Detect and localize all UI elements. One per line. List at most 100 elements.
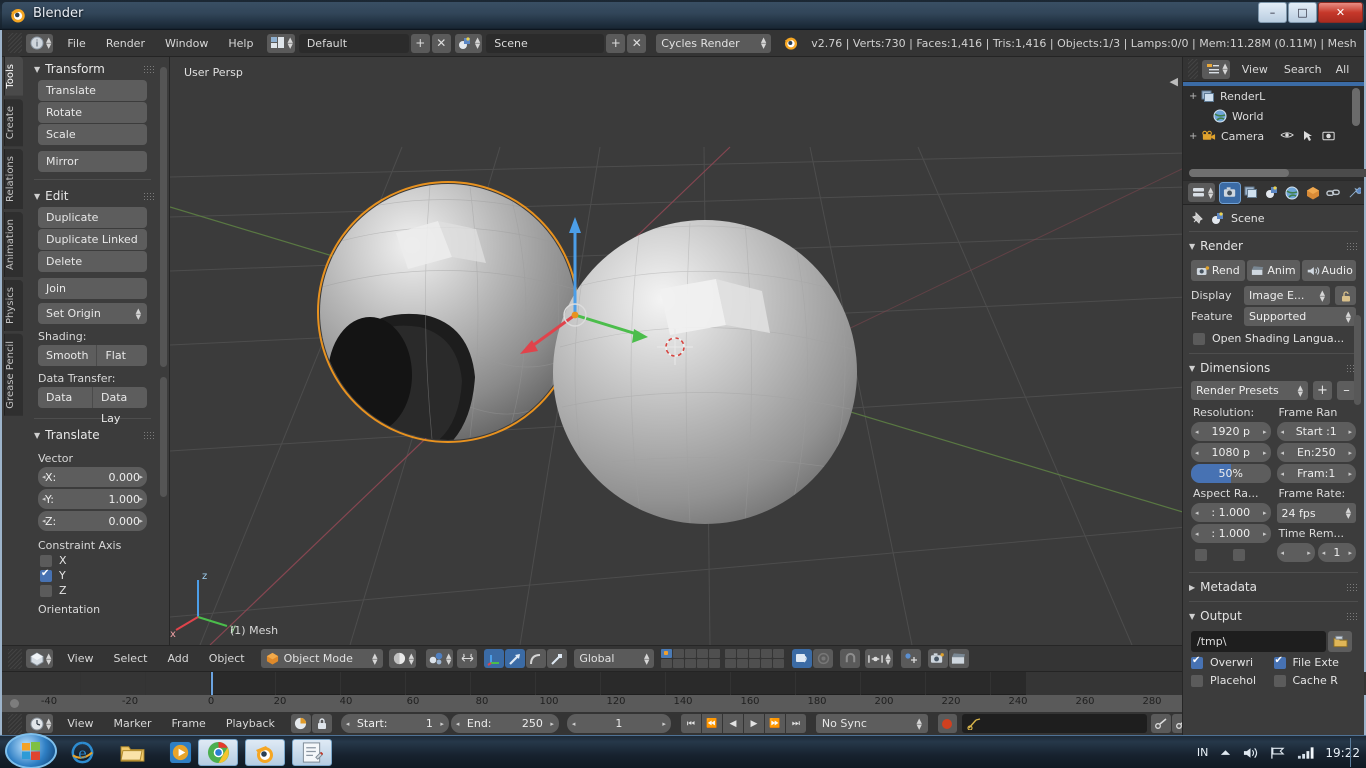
- layer-13[interactable]: [685, 659, 697, 668]
- vp-menu-add[interactable]: Add: [157, 649, 198, 668]
- layer-12[interactable]: [673, 659, 685, 668]
- menu-help[interactable]: Help: [218, 34, 263, 53]
- scene-layers-grid-1[interactable]: [661, 649, 721, 668]
- translate-button[interactable]: Translate: [38, 80, 147, 101]
- current-frame-field[interactable]: 1: [566, 714, 671, 733]
- vector-x-field[interactable]: X: 0.000: [38, 467, 147, 487]
- duplicate-linked-button[interactable]: Duplicate Linked: [38, 229, 147, 250]
- checkbox-crop[interactable]: [1233, 549, 1245, 561]
- shade-flat-button[interactable]: Flat: [96, 345, 147, 366]
- layer-20[interactable]: [773, 659, 785, 668]
- screen-layout-icon-selector[interactable]: ▲ ▼: [267, 33, 295, 53]
- delete-scene-button[interactable]: ✕: [627, 33, 647, 53]
- delete-layout-button[interactable]: ✕: [431, 33, 451, 53]
- timeline-track[interactable]: [2, 672, 1366, 695]
- properties-tab-render[interactable]: [1219, 181, 1242, 204]
- volume-icon[interactable]: [1243, 746, 1259, 760]
- add-scene-button[interactable]: +: [606, 33, 626, 53]
- resolution-percentage-slider[interactable]: 50%: [1191, 464, 1271, 483]
- layer-6[interactable]: [725, 649, 737, 658]
- tab-physics[interactable]: Physics: [4, 279, 23, 331]
- play-button[interactable]: ▶: [743, 714, 764, 733]
- outliner-row-camera[interactable]: + Camera: [1183, 126, 1364, 146]
- header-drag-handle[interactable]: [8, 33, 22, 53]
- layer-7[interactable]: [737, 649, 749, 658]
- add-preset-button[interactable]: +: [1313, 381, 1332, 400]
- layer-3[interactable]: [685, 649, 697, 658]
- menu-render[interactable]: Render: [96, 34, 155, 53]
- taskbar-notepad[interactable]: [292, 739, 332, 766]
- tl-menu-view[interactable]: View: [57, 714, 103, 733]
- viewport-shading-selector[interactable]: ▲ ▼: [388, 649, 416, 668]
- timeline-ruler[interactable]: -40 -20 0 20 40 60 80 100 120 140 160 18…: [2, 695, 1364, 712]
- vp-menu-select[interactable]: Select: [104, 649, 158, 668]
- tl-menu-playback[interactable]: Playback: [216, 714, 285, 733]
- tab-tools[interactable]: Tools: [4, 57, 23, 96]
- show-desktop-button[interactable]: [1350, 738, 1358, 767]
- show-hidden-icons-icon[interactable]: [1219, 748, 1232, 758]
- layer-9[interactable]: [761, 649, 773, 658]
- auto-keyframe-button[interactable]: [937, 714, 957, 733]
- vp-menu-object[interactable]: Object: [199, 649, 255, 668]
- layer-17[interactable]: [737, 659, 749, 668]
- checkbox-y[interactable]: [40, 568, 52, 582]
- play-audio-button[interactable]: Audio: [1302, 260, 1357, 281]
- render-animation-button[interactable]: [948, 649, 969, 668]
- data-layout-button[interactable]: Data Lay: [92, 387, 147, 425]
- jump-to-start-button[interactable]: ⏮: [680, 714, 701, 733]
- outliner-tree[interactable]: + RenderL World + Camera: [1183, 82, 1366, 180]
- pivot-point-selector[interactable]: ▲ ▼: [425, 649, 454, 668]
- signal-bars-icon[interactable]: [1297, 746, 1314, 760]
- lock-to-scene-toggle[interactable]: [792, 649, 813, 668]
- render-panel-header[interactable]: ▼ Render: [1183, 235, 1364, 257]
- 3d-viewport[interactable]: z y x User Persp (1) Mesh ◀: [170, 57, 1182, 645]
- editor-type-selector[interactable]: i ▲ ▼: [26, 33, 54, 53]
- resolution-x-field[interactable]: 1920 p: [1191, 422, 1271, 441]
- constraint-axis-z-row[interactable]: Z: [40, 584, 147, 597]
- layer-15[interactable]: [709, 659, 721, 668]
- tab-relations[interactable]: Relations: [4, 148, 23, 209]
- transform-orientation-selector[interactable]: Global ▲ ▼: [574, 649, 655, 668]
- active-keying-set-field[interactable]: [961, 714, 1147, 733]
- layer-10[interactable]: [773, 649, 785, 658]
- outliner-editor-type-selector[interactable]: ▲ ▼: [1202, 59, 1230, 79]
- tab-create[interactable]: Create: [4, 98, 23, 146]
- outliner-row-world[interactable]: World: [1183, 106, 1364, 126]
- tool-shelf-scrollbar-lower[interactable]: [160, 377, 167, 497]
- outliner-vertical-scrollbar[interactable]: [1352, 88, 1360, 126]
- vector-y-field[interactable]: Y: 1.000: [38, 489, 147, 509]
- expand-icon[interactable]: +: [1189, 131, 1197, 142]
- feature-set-dropdown[interactable]: Supported ▲ ▼: [1244, 307, 1356, 326]
- frame-rate-dropdown[interactable]: 24 fps ▲ ▼: [1276, 503, 1356, 523]
- resolution-y-field[interactable]: 1080 p: [1191, 443, 1271, 462]
- tool-shelf-scrollbar[interactable]: [160, 67, 167, 367]
- frame-step-field[interactable]: Fram:1: [1276, 464, 1356, 483]
- outliner-menu-view[interactable]: View: [1234, 60, 1276, 79]
- cache-result-row[interactable]: Cache R: [1273, 674, 1357, 687]
- scene-icon-selector[interactable]: ▲ ▼: [454, 33, 483, 53]
- time-remap-old-field[interactable]: [1276, 543, 1315, 562]
- render-image-button[interactable]: Rend: [1191, 260, 1245, 281]
- metadata-panel-header[interactable]: ▶ Metadata: [1183, 576, 1364, 598]
- jump-to-end-button[interactable]: ⏭: [785, 714, 806, 733]
- layer-18[interactable]: [749, 659, 761, 668]
- only-selected-channels-toggle[interactable]: [290, 714, 311, 733]
- tl-menu-frame[interactable]: Frame: [162, 714, 216, 733]
- toolbar-reveal-arrow[interactable]: ◀: [1170, 75, 1178, 88]
- tl-menu-marker[interactable]: Marker: [104, 714, 162, 733]
- header-drag-handle[interactable]: [8, 648, 22, 669]
- checkbox-file-extensions[interactable]: [1273, 655, 1286, 669]
- snap-target-toggle[interactable]: [900, 649, 921, 668]
- menu-window[interactable]: Window: [155, 34, 218, 53]
- sync-mode-selector[interactable]: No Sync ▲ ▼: [815, 714, 928, 733]
- vp-menu-view[interactable]: View: [57, 649, 103, 668]
- aspect-y-field[interactable]: : 1.000: [1191, 524, 1271, 543]
- header-drag-handle[interactable]: [8, 713, 22, 734]
- layer-19[interactable]: [761, 659, 773, 668]
- properties-tab-scene[interactable]: [1262, 183, 1282, 203]
- close-button[interactable]: ✕: [1318, 2, 1363, 23]
- placeholders-row[interactable]: Placehol: [1191, 674, 1274, 687]
- properties-scrollbar[interactable]: [1354, 315, 1361, 405]
- checkbox-cache-result[interactable]: [1273, 674, 1286, 687]
- cursor-arrow-icon[interactable]: [1303, 130, 1313, 142]
